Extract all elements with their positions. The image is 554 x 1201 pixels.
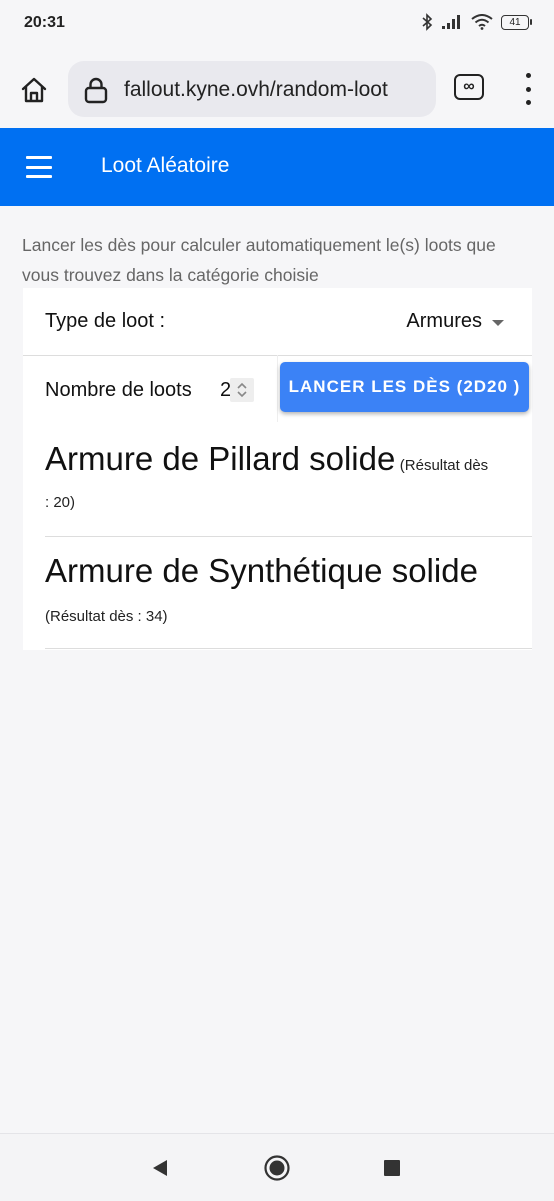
page-title: Loot Aléatoire — [101, 154, 230, 177]
loot-type-label: Type de loot : — [45, 310, 166, 332]
lock-icon — [84, 77, 108, 104]
loot-card: Type de loot : Armures Nombre de loots 2… — [23, 288, 532, 650]
wifi-icon — [471, 14, 493, 30]
number-stepper-icon[interactable] — [230, 378, 254, 402]
loot-result-roll: (Résultat dès : 34) — [45, 608, 168, 625]
home-button[interactable] — [14, 70, 54, 110]
app-bar: Loot Aléatoire — [0, 128, 554, 206]
loot-count-label: Nombre de loots — [45, 379, 192, 401]
status-bar: 20:31 41 — [0, 0, 554, 48]
back-icon[interactable] — [151, 1158, 169, 1178]
loot-result-name: Armure de Pillard solide — [45, 440, 396, 477]
browser-toolbar: fallout.kyne.ovh/random-loot ∞ — [0, 48, 554, 128]
page-description: Lancer les dès pour calculer automatique… — [22, 235, 496, 285]
loot-result-item: Armure de Pillard solide (Résultat dès :… — [45, 424, 532, 537]
recents-icon[interactable] — [384, 1160, 400, 1176]
address-bar[interactable]: fallout.kyne.ovh/random-loot — [68, 61, 436, 117]
loot-type-value: Armures — [406, 310, 482, 332]
hamburger-icon[interactable] — [26, 156, 52, 178]
loot-result-item: Armure de Synthétique solide (Résultat d… — [45, 536, 532, 649]
home-nav-icon[interactable] — [263, 1154, 291, 1182]
battery-level: 41 — [501, 14, 529, 30]
bluetooth-icon — [422, 13, 433, 31]
loot-type-row: Type de loot : Armures — [23, 288, 532, 356]
battery-icon: 41 — [501, 14, 532, 30]
status-time: 20:31 — [24, 14, 65, 31]
signal-icon — [442, 15, 460, 29]
loot-count-row: Nombre de loots 2 — [23, 355, 278, 422]
loot-result-name: Armure de Synthétique solide — [45, 552, 478, 589]
status-icons: 41 — [421, 13, 532, 31]
roll-dice-button[interactable]: LANCER LES DÈS (2D20 ) — [280, 362, 529, 412]
system-nav-bar — [0, 1133, 554, 1201]
tabs-button[interactable]: ∞ — [454, 74, 484, 100]
more-vert-icon[interactable] — [516, 73, 540, 105]
url-text: fallout.kyne.ovh/random-loot — [124, 78, 388, 101]
loot-result-roll-continued: : 20) — [45, 494, 76, 511]
loot-result-roll: (Résultat dès — [399, 457, 489, 474]
loot-type-select[interactable]: Armures — [406, 310, 504, 333]
dropdown-caret-icon — [492, 319, 504, 326]
home-icon — [21, 77, 47, 103]
tabs-icon: ∞ — [463, 78, 475, 95]
